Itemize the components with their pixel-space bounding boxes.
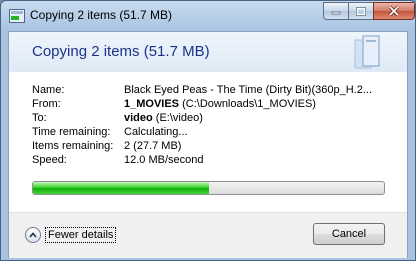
cancel-button[interactable]: Cancel (313, 223, 385, 245)
from-folder-name[interactable]: 1_MOVIES (124, 98, 179, 110)
fewer-details-label[interactable]: Fewer details (45, 227, 117, 243)
dialog-footer: Fewer details Cancel (9, 212, 407, 258)
fewer-details-button[interactable]: Fewer details (25, 225, 117, 245)
from-folder-path: (C:\Downloads\1_MOVIES) (182, 98, 316, 110)
maximize-icon (356, 6, 366, 16)
dialog-content: Copying 2 items (51.7 MB) Name: Black Ey… (8, 31, 408, 258)
items-remaining-value: 2 (27.7 MB) (124, 140, 182, 152)
title-bar[interactable]: Copying 2 items (51.7 MB) (1, 1, 415, 31)
to-folder-path: (E:\video) (155, 112, 203, 124)
time-remaining-value: Calculating... (124, 126, 188, 138)
copy-progress-icon (9, 9, 25, 23)
close-button[interactable] (373, 2, 415, 20)
time-remaining-label: Time remaining: (32, 126, 111, 138)
header-band: Copying 2 items (51.7 MB) (9, 32, 407, 72)
copy-dialog-window: Copying 2 items (51.7 MB) Copying 2 item… (0, 0, 416, 261)
speed-value: 12.0 MB/second (124, 154, 204, 166)
dialog-heading: Copying 2 items (51.7 MB) (32, 43, 210, 60)
name-label: Name: (32, 84, 65, 96)
chevron-up-icon (25, 227, 41, 243)
from-label: From: (32, 98, 61, 110)
progress-fill (33, 182, 209, 194)
to-value[interactable]: video (E:\video) (124, 112, 203, 125)
window-title: Copying 2 items (51.7 MB) (30, 8, 173, 22)
minimize-button[interactable] (323, 2, 349, 20)
file-copy-icon (354, 35, 380, 69)
name-value: Black Eyed Peas - The Time (Dirty Bit)(3… (124, 84, 372, 96)
close-icon (388, 6, 400, 16)
to-folder-name[interactable]: video (124, 112, 153, 124)
copy-progress-bar (32, 181, 385, 195)
minimize-icon (331, 11, 341, 15)
to-label: To: (32, 112, 47, 124)
speed-label: Speed: (32, 154, 67, 166)
from-value[interactable]: 1_MOVIES (C:\Downloads\1_MOVIES) (124, 98, 316, 111)
items-remaining-label: Items remaining: (32, 140, 114, 152)
maximize-button[interactable] (348, 2, 374, 20)
